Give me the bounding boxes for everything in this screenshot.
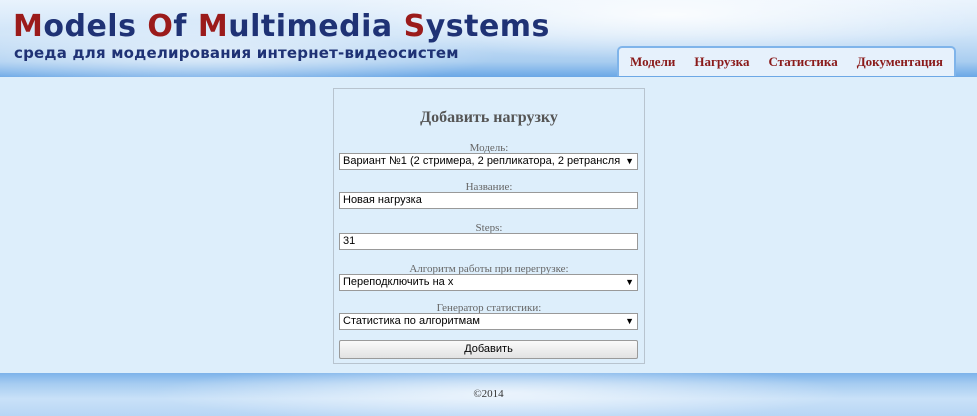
title-rest: ultimedia — [228, 9, 404, 44]
title-cap: S — [403, 9, 426, 44]
site-subtitle: среда для моделирования интернет-видеоси… — [14, 44, 459, 62]
copyright: ©2014 — [473, 388, 504, 400]
nav-item-load[interactable]: Нагрузка — [694, 54, 749, 70]
generator-select-value: Статистика по алгоритмам — [343, 315, 480, 327]
chevron-down-icon: ▼ — [625, 316, 634, 326]
title-cap: O — [147, 9, 174, 44]
nav-item-documentation[interactable]: Документация — [857, 54, 943, 70]
name-input[interactable]: Новая нагрузка — [339, 192, 638, 209]
main-nav: Модели Нагрузка Статистика Документация — [617, 46, 956, 76]
title-cap: M — [197, 9, 229, 44]
title-rest: ystems — [425, 9, 550, 44]
site-title: Models Of Multimedia Systems — [13, 9, 550, 44]
add-button[interactable]: Добавить — [339, 340, 638, 359]
add-load-form: Добавить нагрузку Модель: Вариант №1 (2 … — [333, 88, 645, 364]
title-rest: odels — [43, 9, 148, 44]
chevron-down-icon: ▼ — [625, 277, 634, 287]
algorithm-select[interactable]: Переподключить на х ▼ — [339, 274, 638, 291]
form-title: Добавить нагрузку — [420, 109, 558, 126]
model-select-value: Вариант №1 (2 стримера, 2 репликатора, 2… — [343, 155, 621, 167]
nav-item-statistics[interactable]: Статистика — [768, 54, 837, 70]
chevron-down-icon: ▼ — [625, 156, 634, 166]
site-footer: ©2014 — [0, 373, 977, 416]
nav-item-models[interactable]: Модели — [630, 54, 675, 70]
title-rest: f — [173, 9, 198, 44]
steps-input[interactable]: 31 — [339, 233, 638, 250]
model-select[interactable]: Вариант №1 (2 стримера, 2 репликатора, 2… — [339, 153, 638, 170]
title-cap: M — [13, 9, 44, 44]
generator-select[interactable]: Статистика по алгоритмам ▼ — [339, 313, 638, 330]
algorithm-select-value: Переподключить на х — [343, 276, 454, 288]
site-header: Models Of Multimedia Systems среда для м… — [0, 0, 977, 77]
